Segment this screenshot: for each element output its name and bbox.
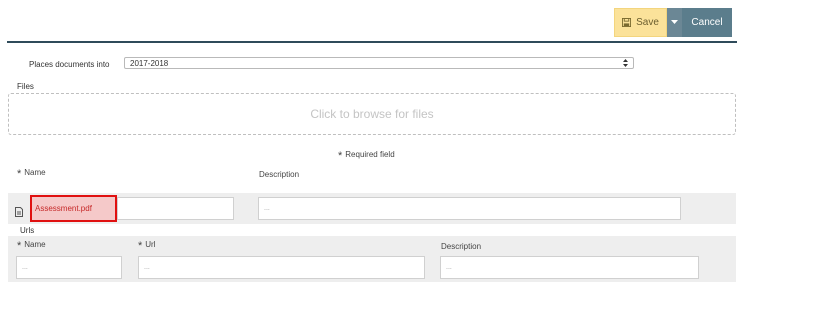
- url-description-header: Description: [441, 242, 482, 251]
- file-name-chip[interactable]: Assessment.pdf: [30, 195, 117, 222]
- caret-down-icon: [671, 20, 678, 25]
- asterisk-icon: *: [17, 168, 22, 180]
- files-section-label: Files: [17, 82, 34, 91]
- file-name-text: Assessment.pdf: [35, 204, 92, 213]
- url-name-placeholder: ...: [22, 264, 28, 271]
- file-name-input[interactable]: [117, 197, 234, 220]
- url-name-header-text: Name: [24, 240, 46, 249]
- files-description-header: Description: [259, 170, 300, 179]
- file-document-icon: [15, 204, 23, 222]
- asterisk-icon: *: [17, 240, 22, 252]
- save-options-dropdown[interactable]: [667, 8, 682, 37]
- file-description-input[interactable]: ...: [258, 197, 681, 220]
- places-documents-label: Places documents into: [29, 60, 110, 69]
- file-dropzone[interactable]: Click to browse for files: [8, 93, 736, 135]
- places-documents-value: 2017-2018: [130, 58, 169, 68]
- toolbar-divider: [7, 41, 737, 43]
- urls-section-label: Urls: [20, 226, 35, 235]
- files-name-header: * Name: [17, 168, 46, 180]
- url-url-header: * Url: [138, 240, 156, 252]
- save-button[interactable]: Save: [614, 8, 667, 37]
- url-description-placeholder: ...: [446, 264, 452, 271]
- dropzone-text: Click to browse for files: [310, 107, 434, 121]
- asterisk-icon: *: [338, 150, 343, 162]
- url-url-placeholder: ...: [144, 264, 150, 271]
- url-name-header: * Name: [17, 240, 46, 252]
- save-button-label: Save: [636, 17, 659, 28]
- url-name-input[interactable]: ...: [16, 256, 122, 279]
- url-url-input[interactable]: ...: [138, 256, 425, 279]
- places-documents-select[interactable]: 2017-2018: [124, 57, 634, 69]
- file-description-placeholder: ...: [264, 205, 270, 212]
- floppy-disk-icon: [622, 18, 632, 27]
- url-description-input[interactable]: ...: [440, 256, 699, 279]
- asterisk-icon: *: [138, 240, 143, 252]
- required-field-note: * Required field: [338, 150, 395, 162]
- required-field-text: Required field: [345, 150, 395, 159]
- cancel-button[interactable]: Cancel: [682, 8, 732, 37]
- files-name-header-text: Name: [24, 168, 46, 177]
- url-url-header-text: Url: [145, 240, 156, 249]
- up-down-arrows-icon: [623, 59, 628, 67]
